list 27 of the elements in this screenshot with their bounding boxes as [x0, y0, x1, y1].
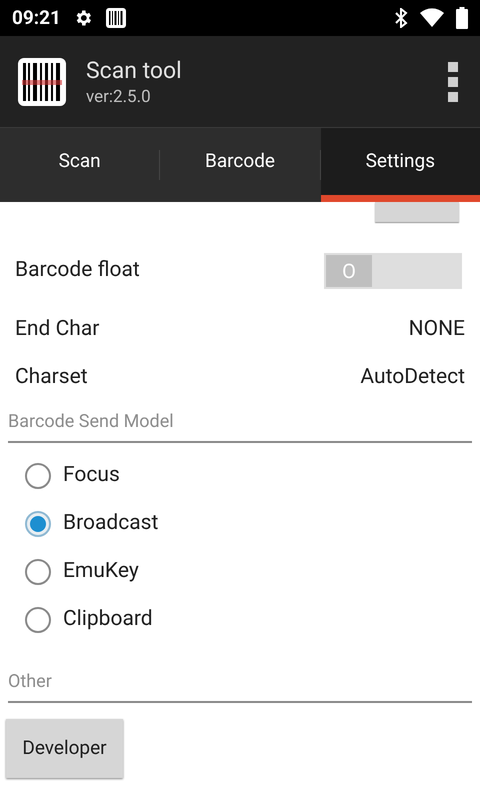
clock: 09:21 [12, 4, 61, 31]
setting-value[interactable]: NONE [408, 314, 465, 346]
radio-option[interactable]: Clipboard [25, 596, 480, 644]
radio-button[interactable] [25, 463, 51, 489]
radio-option[interactable]: Focus [25, 452, 480, 500]
wifi-icon [420, 8, 444, 28]
app-logo-icon [18, 58, 66, 106]
radio-button[interactable] [25, 511, 51, 537]
setting-label: End Char [15, 316, 100, 344]
section-heading: Barcode Send Model [8, 411, 174, 432]
battery-icon [456, 7, 468, 29]
app-version: ver:2.5.0 [86, 86, 152, 108]
bluetooth-icon [394, 8, 408, 28]
app-title: Scan tool [86, 56, 183, 86]
barcode-icon [104, 7, 127, 29]
radio-option[interactable]: EmuKey [25, 548, 480, 596]
developer-button[interactable]: Developer [6, 719, 123, 778]
setting-label: Charset [15, 364, 88, 392]
tab[interactable]: Settings [320, 128, 480, 202]
section-heading: Other [8, 671, 52, 692]
setting-value[interactable]: AutoDetect [360, 362, 465, 394]
setting-label: Barcode float [15, 257, 140, 284]
radio-button[interactable] [25, 559, 51, 585]
radio-button[interactable] [25, 607, 51, 633]
tab[interactable]: Scan [0, 128, 160, 202]
radio-option[interactable]: Broadcast [25, 500, 480, 548]
tab[interactable]: Barcode [160, 128, 320, 202]
